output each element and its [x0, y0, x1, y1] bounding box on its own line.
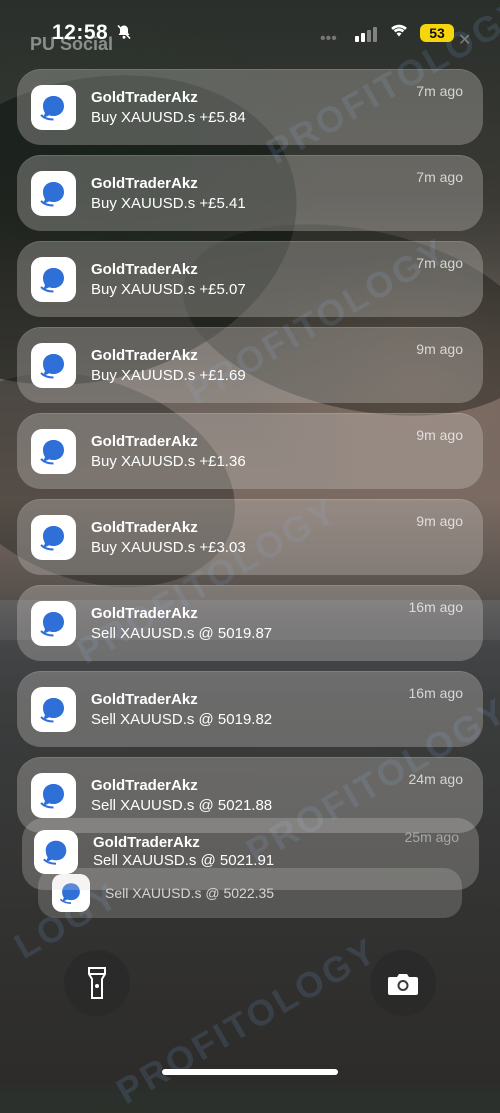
- notification-time: 24m ago: [408, 771, 463, 787]
- notification-time: 9m ago: [416, 427, 463, 443]
- camera-icon: [387, 972, 419, 1001]
- chat-bubble-icon: [31, 85, 76, 130]
- chat-bubble-icon: [31, 429, 76, 474]
- chat-bubble-icon: [34, 830, 78, 874]
- notification-app-name: GoldTraderAkz: [91, 347, 198, 364]
- notification-message: Buy XAUUSD.s +£5.41: [91, 195, 246, 212]
- notification-app-name: GoldTraderAkz: [91, 261, 198, 278]
- notification-time: 9m ago: [416, 513, 463, 529]
- chat-bubble-icon: [31, 601, 76, 646]
- cellular-signal-icon: [355, 24, 381, 42]
- chat-bubble-icon: [31, 687, 76, 732]
- notification-message: Sell XAUUSD.s @ 5019.87: [91, 625, 273, 642]
- notification-message: Sell XAUUSD.s @ 5021.88: [91, 797, 273, 814]
- notification-time: 16m ago: [408, 599, 463, 615]
- wifi-icon: [389, 22, 409, 43]
- clock: 12:58: [52, 21, 109, 44]
- notification-card[interactable]: GoldTraderAkz Buy XAUUSD.s +£5.41 7m ago: [17, 155, 483, 231]
- chat-bubble-icon: [31, 515, 76, 560]
- more-icon: •••: [320, 30, 337, 47]
- notification-card[interactable]: GoldTraderAkz Buy XAUUSD.s +£3.03 9m ago: [17, 499, 483, 575]
- battery-indicator: 53: [420, 24, 454, 42]
- notification-card[interactable]: GoldTraderAkz Sell XAUUSD.s @ 5019.87 16m …: [17, 585, 483, 661]
- notification-time: 16m ago: [408, 685, 463, 701]
- notification-time: 9m ago: [416, 341, 463, 357]
- notification-time: 7m ago: [416, 169, 463, 185]
- chat-bubble-icon: [31, 171, 76, 216]
- notification-time: 7m ago: [416, 255, 463, 271]
- notification-app-name: GoldTraderAkz: [91, 519, 198, 536]
- notification-app-name: GoldTraderAkz: [91, 605, 198, 622]
- bell-slash-icon: [116, 24, 132, 45]
- notification-app-name: GoldTraderAkz: [91, 89, 198, 106]
- notification-app-name: GoldTraderAkz: [91, 175, 198, 192]
- chat-bubble-icon: [31, 257, 76, 302]
- notification-message: Buy XAUUSD.s +£1.36: [91, 453, 246, 470]
- notification-app-name: GoldTraderAkz: [91, 777, 198, 794]
- notification-app-name: GoldTraderAkz: [91, 691, 198, 708]
- notification-time: 25m ago: [404, 829, 459, 845]
- notification-card[interactable]: GoldTraderAkz Buy XAUUSD.s +£1.36 9m ago: [17, 413, 483, 489]
- flashlight-icon: [87, 966, 107, 1005]
- camera-button[interactable]: [370, 950, 436, 1016]
- notification-message: Buy XAUUSD.s +£5.84: [91, 109, 246, 126]
- notification-card[interactable]: GoldTraderAkz Sell XAUUSD.s @ 5019.82 16m …: [17, 671, 483, 747]
- stacked-notification-front[interactable]: GoldTraderAkz Sell XAUUSD.s @ 5021.91 25…: [22, 818, 479, 890]
- notification-card[interactable]: GoldTraderAkz Buy XAUUSD.s +£1.69 9m ago: [17, 327, 483, 403]
- status-bar: PU Social 12:58 ••• 53 ✕: [0, 0, 500, 66]
- notification-message: Buy XAUUSD.s +£3.03: [91, 539, 246, 556]
- notification-time: 7m ago: [416, 83, 463, 99]
- close-icon: ✕: [458, 32, 472, 49]
- chat-bubble-icon: [31, 773, 76, 818]
- notification-app-name: GoldTraderAkz: [91, 433, 198, 450]
- notification-card[interactable]: GoldTraderAkz Buy XAUUSD.s +£5.07 7m ago: [17, 241, 483, 317]
- notification-message: Sell XAUUSD.s @ 5019.82: [91, 711, 273, 728]
- notification-message: Buy XAUUSD.s +£5.07: [91, 281, 246, 298]
- notification-message: Sell XAUUSD.s @ 5021.91: [93, 852, 275, 869]
- notification-app-name: GoldTraderAkz: [93, 834, 200, 851]
- chat-bubble-icon: [31, 343, 76, 388]
- notification-card[interactable]: GoldTraderAkz Buy XAUUSD.s +£5.84 7m ago: [17, 69, 483, 145]
- notification-message: Buy XAUUSD.s +£1.69: [91, 367, 246, 384]
- flashlight-button[interactable]: [64, 950, 130, 1016]
- home-indicator[interactable]: [162, 1069, 338, 1075]
